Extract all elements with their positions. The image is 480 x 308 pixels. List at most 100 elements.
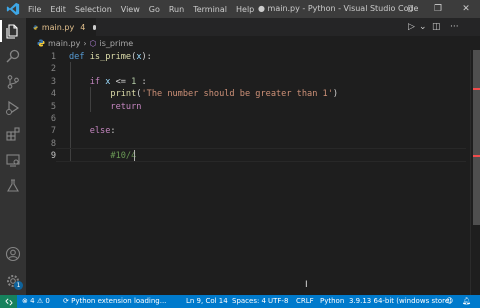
layout-toggle-icon[interactable]: ▯ (396, 0, 424, 18)
breadcrumb-symbol[interactable]: is_prime (100, 39, 134, 48)
breadcrumb: main.py › ⬡ is_prime (26, 36, 480, 50)
code-line[interactable]: 3 if x <= 1 : (26, 76, 470, 88)
vertical-scrollbar[interactable] (470, 50, 480, 295)
more-actions-icon[interactable]: ··· (450, 18, 459, 36)
explorer-icon[interactable] (5, 23, 21, 39)
close-window-icon[interactable]: ✕ (452, 0, 480, 18)
unsaved-dot-icon[interactable] (93, 24, 96, 30)
activity-bar: 1 (0, 18, 26, 295)
code-line[interactable]: 6 (26, 113, 470, 125)
remote-indicator[interactable] (0, 295, 17, 308)
code-text: def is_prime(x): (69, 51, 152, 63)
notifications-bell-icon[interactable]: 🔔︎ (462, 295, 471, 308)
code-line[interactable]: 5 return (26, 101, 470, 113)
settings-update-badge: 1 (14, 281, 23, 290)
encoding[interactable]: UTF-8 (268, 295, 288, 308)
menu-edit[interactable]: Edit (50, 5, 66, 14)
editor-tab-bar: main.py 4 ▷ ⌄ ◫ ··· (26, 18, 480, 36)
split-editor-icon[interactable]: ◫ (432, 18, 441, 36)
code-text: return (69, 101, 141, 113)
python-interpreter[interactable]: 3.9.13 64-bit (windows store) (349, 295, 452, 308)
code-token: return (110, 101, 142, 112)
status-bar: ⊗ 4 ⚠ 0 ⟳ Python extension loading... Ln… (0, 295, 480, 308)
code-token: ) (332, 89, 339, 100)
active-indicator (0, 20, 2, 42)
line-number: 8 (50, 138, 56, 149)
window-title: ● main.py - Python - Visual Studio Code (258, 4, 419, 13)
mouse-ibeam-cursor: I (305, 280, 308, 290)
code-text: else: (69, 125, 116, 137)
code-line[interactable]: 4 print('The number should be greater th… (26, 88, 470, 100)
warning-count: 0 (45, 297, 50, 305)
line-number: 9 (50, 151, 56, 162)
code-line[interactable]: 2 (26, 63, 470, 75)
menu-view[interactable]: View (121, 5, 140, 14)
breadcrumb-file[interactable]: main.py (48, 39, 80, 48)
search-icon[interactable] (5, 48, 21, 64)
line-number: 1 (50, 52, 56, 62)
menu-file[interactable]: File (28, 5, 41, 14)
code-text: #10/4 (69, 150, 136, 162)
extensions-icon[interactable] (5, 126, 21, 142)
text-cursor (134, 150, 135, 161)
code-token: def (69, 52, 85, 62)
code-line[interactable]: 1 def is_prime(x): (26, 51, 470, 63)
code-token: #10/4 (110, 151, 137, 162)
code-line[interactable]: 7 else: (26, 125, 470, 137)
vscode-logo-icon (6, 2, 20, 16)
code-token: : (136, 76, 147, 87)
error-count: 4 (30, 297, 35, 305)
code-token: print (110, 89, 137, 100)
code-token: ): (141, 52, 152, 62)
code-line[interactable]: 8 (26, 138, 470, 150)
code-token: if (89, 76, 101, 87)
run-dropdown-icon[interactable]: ⌄ (419, 18, 427, 36)
warning-icon: ⚠ (36, 297, 44, 305)
restore-window-icon[interactable]: ❐ (424, 0, 452, 18)
code-line[interactable]: 9 #10/4 (26, 150, 470, 162)
error-marker (473, 88, 480, 90)
account-icon[interactable] (5, 246, 21, 262)
feedback-icon[interactable]: ☺ (446, 295, 453, 308)
code-token: <= (110, 76, 132, 87)
menu-help[interactable]: Help (236, 5, 254, 14)
menu-go[interactable]: Go (149, 5, 160, 14)
remote-explorer-icon[interactable] (5, 152, 21, 168)
loading-text: Python extension loading... (71, 297, 167, 305)
python-file-icon (33, 24, 38, 30)
code-text: print('The number should be greater than… (69, 88, 338, 100)
tab-main-py[interactable]: main.py 4 (26, 18, 96, 36)
run-debug-icon[interactable] (5, 100, 21, 116)
line-number: 5 (50, 101, 56, 112)
run-file-icon[interactable]: ▷ (408, 18, 415, 36)
testing-icon[interactable] (5, 178, 21, 194)
menu-run[interactable]: Run (169, 5, 184, 14)
errors-status[interactable]: ⊗ 4 ⚠ 0 (22, 295, 50, 308)
code-token: else (89, 126, 111, 137)
extension-loading-status[interactable]: ⟳ Python extension loading... (63, 295, 166, 308)
remote-icon (5, 297, 13, 306)
line-number: 6 (50, 114, 56, 124)
line-number: 4 (50, 89, 56, 100)
code-editor[interactable]: 1 def is_prime(x): 2 3 if x <= 1 :4 print('… (26, 50, 470, 295)
source-control-icon[interactable] (5, 74, 21, 90)
scrollbar-thumb[interactable] (473, 50, 480, 225)
breadcrumb-separator-icon: › (83, 38, 87, 48)
code-text: if x <= 1 : (69, 76, 147, 88)
code-token: 'The number should be greater than 1' (141, 89, 333, 100)
indentation[interactable]: Spaces: 4 (232, 295, 266, 308)
line-number: 3 (50, 76, 56, 87)
menu-selection[interactable]: Selection (75, 5, 112, 14)
sync-icon: ⟳ (63, 297, 69, 305)
title-bar: File Edit Selection View Go Run Terminal… (0, 0, 480, 18)
cursor-position[interactable]: Ln 9, Col 14 (186, 295, 228, 308)
language-mode[interactable]: Python (320, 295, 344, 308)
menu-terminal[interactable]: Terminal (193, 5, 227, 14)
end-of-line[interactable]: CRLF (296, 295, 314, 308)
line-number: 7 (50, 126, 56, 137)
